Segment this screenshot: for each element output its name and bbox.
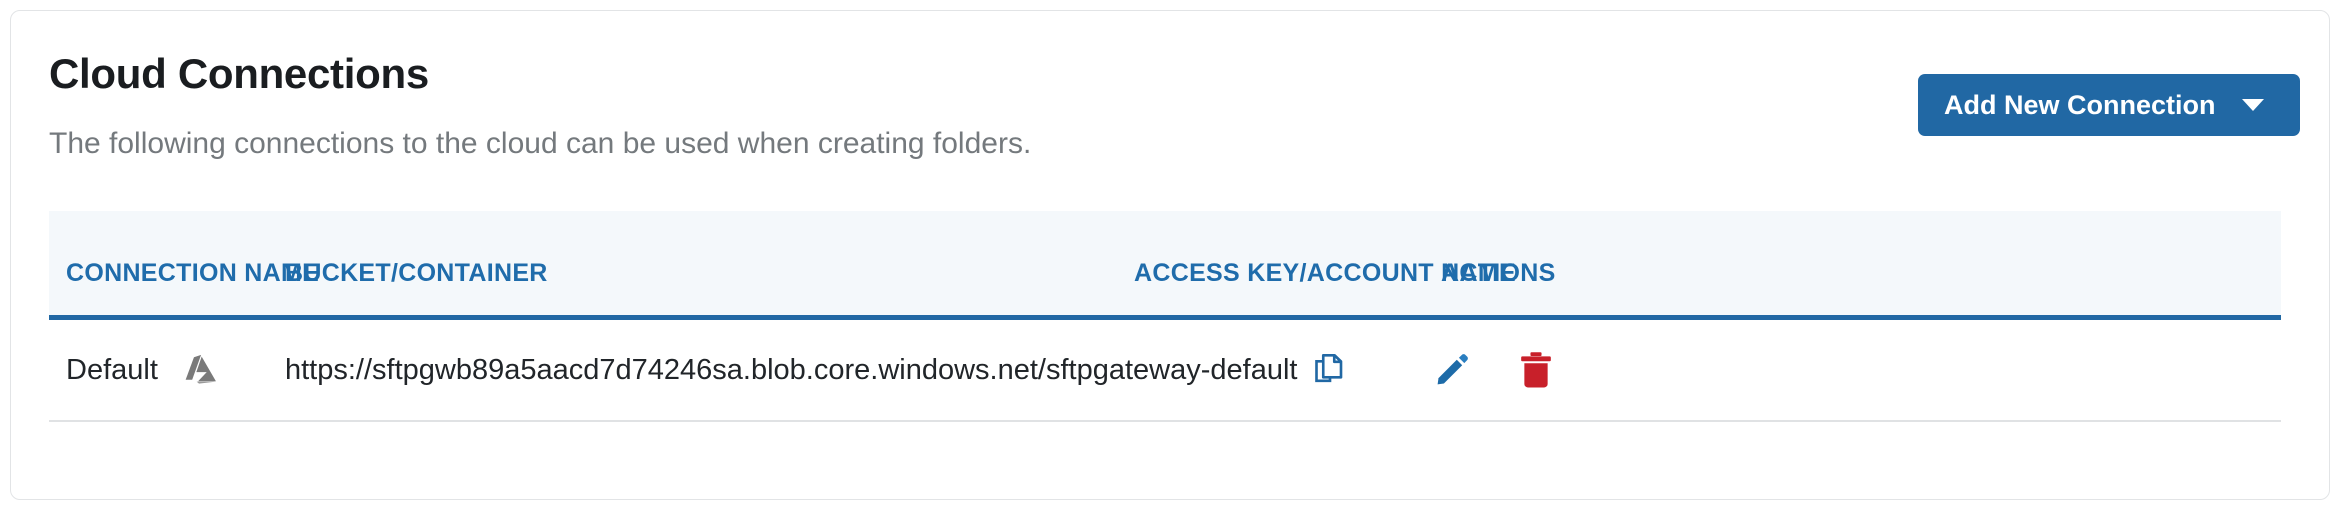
column-header-connection-name: CONNECTION NAME <box>66 259 320 287</box>
trash-icon[interactable] <box>1520 351 1552 389</box>
page-subtitle: The following connections to the cloud c… <box>49 127 1032 160</box>
column-header-bucket-container: BUCKET/CONTAINER <box>285 259 548 287</box>
cell-actions <box>1434 351 1552 389</box>
connections-table: CONNECTION NAME BUCKET/CONTAINER ACCESS … <box>49 211 2281 422</box>
bucket-url-text: https://sftpgwb89a5aacd7d74246sa.blob.co… <box>285 353 1298 386</box>
table-row: Default https://sftpgwb89a5aacd7d74246sa… <box>49 320 2281 422</box>
connection-name-text: Default <box>66 353 158 386</box>
cell-connection-name: Default <box>66 351 218 389</box>
cell-bucket-container: https://sftpgwb89a5aacd7d74246sa.blob.co… <box>285 353 1345 387</box>
cloud-connections-page: Cloud Connections The following connecti… <box>0 0 2348 516</box>
azure-logo-icon <box>180 351 218 389</box>
table-header-row: CONNECTION NAME BUCKET/CONTAINER ACCESS … <box>49 211 2281 320</box>
page-title: Cloud Connections <box>49 50 429 97</box>
add-new-connection-label: Add New Connection <box>1944 89 2216 120</box>
card-header: Cloud Connections The following connecti… <box>11 11 2329 159</box>
copy-icon[interactable] <box>1315 353 1345 387</box>
chevron-down-icon[interactable] <box>2241 99 2264 111</box>
column-header-actions: ACTIONS <box>1441 259 1556 287</box>
pencil-icon[interactable] <box>1434 352 1470 388</box>
cloud-connections-card: Cloud Connections The following connecti… <box>10 10 2330 500</box>
add-new-connection-button[interactable]: Add New Connection <box>1918 74 2300 136</box>
